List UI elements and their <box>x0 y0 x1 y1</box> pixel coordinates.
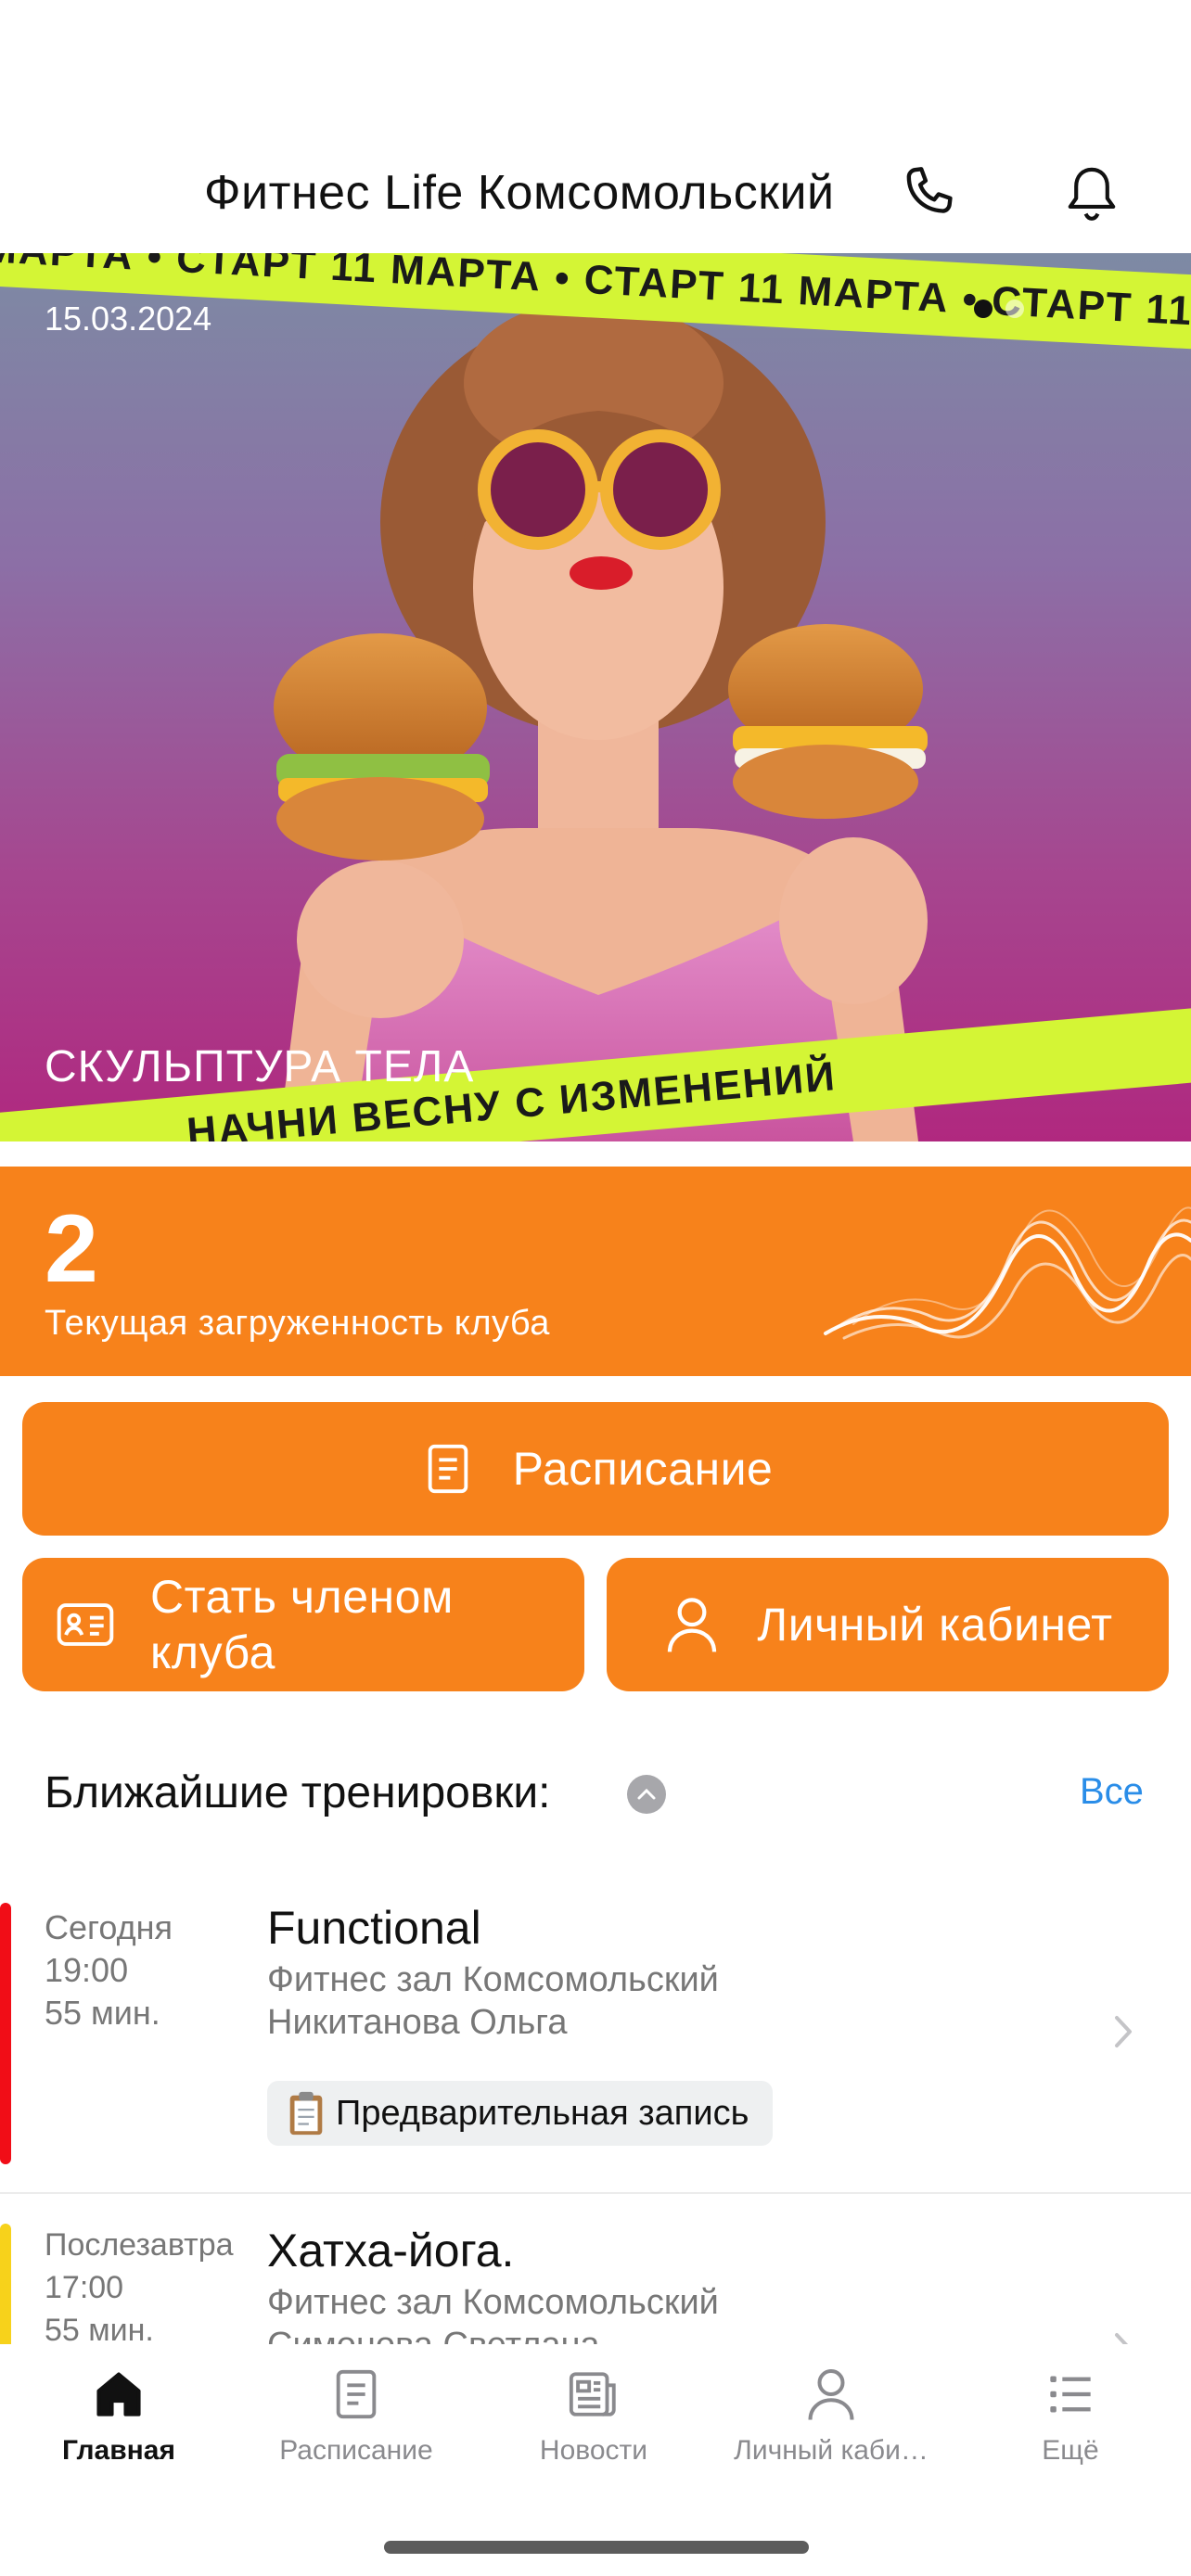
workout-duration: 55 мин. <box>45 2313 154 2344</box>
tab-home-label: Главная <box>61 2435 175 2466</box>
schedule-button-label: Расписание <box>512 1443 774 1495</box>
workout-name: Functional <box>267 1902 481 1954</box>
club-load-label: Текущая загруженность клуба <box>45 1304 550 1343</box>
workout-color-stripe <box>0 2224 11 2344</box>
workout-when: Послезавтра 17:00 55 мин. <box>45 2224 234 2344</box>
workout-trainer: Никитанова Ольга <box>267 2003 568 2042</box>
carousel-dot-1[interactable] <box>974 300 992 318</box>
workout-day: Сегодня <box>45 1908 173 1946</box>
cabinet-button[interactable]: Личный кабинет <box>607 1558 1169 1691</box>
person-icon <box>662 1595 722 1654</box>
club-load-panel: 2 Текущая загруженность клуба <box>0 1167 1191 1376</box>
workout-hall: Фитнес зал Комсомольский <box>267 1960 719 1999</box>
app-header: Фитнес Life Комсомольский <box>0 148 1191 250</box>
home-icon <box>89 2365 148 2424</box>
chevron-right-icon <box>1115 2333 1129 2344</box>
clipboard-icon <box>289 2091 323 2136</box>
news-icon <box>564 2365 623 2424</box>
workout-duration: 55 мин. <box>45 1994 160 2032</box>
club-title: Фитнес Life Комсомольский <box>204 166 835 220</box>
workout-item[interactable]: Сегодня 19:00 55 мин. Functional Фитнес … <box>0 1873 1191 2194</box>
workout-time: 17:00 <box>45 2270 124 2305</box>
bell-icon[interactable] <box>1055 158 1129 232</box>
banner-title: СКУЛЬПТУРА ТЕЛА <box>45 1042 475 1091</box>
workout-item[interactable]: Послезавтра 17:00 55 мин. Хатха-йога. Фи… <box>0 2196 1191 2344</box>
tab-more-label: Ещё <box>1042 2435 1099 2466</box>
carousel-dots[interactable] <box>974 300 1024 318</box>
tab-schedule[interactable]: Расписание <box>237 2365 475 2467</box>
id-card-icon <box>56 1595 115 1654</box>
tab-schedule-label: Расписание <box>279 2435 433 2466</box>
workout-hall: Фитнес зал Комсомольский <box>267 2283 719 2322</box>
workout-color-stripe <box>0 1903 11 2164</box>
workout-details: Фитнес зал Комсомольский Симонова Светла… <box>267 2281 719 2344</box>
upcoming-title: Ближайшие тренировки: <box>45 1768 551 1817</box>
pre-booking-badge-label: Предварительная запись <box>336 2093 749 2133</box>
banner-date: 15.03.2024 <box>45 300 212 338</box>
tab-more[interactable]: Ещё <box>950 2365 1191 2467</box>
phone-icon[interactable] <box>892 158 967 232</box>
workout-name: Хатха-йога. <box>267 2225 515 2276</box>
workout-trainer: Симонова Светлана <box>267 2324 719 2344</box>
workout-when: Сегодня 19:00 55 мин. <box>45 1906 173 2034</box>
cabinet-button-label: Личный кабинет <box>757 1599 1113 1651</box>
tab-news-label: Новости <box>539 2435 648 2466</box>
schedule-button[interactable]: Расписание <box>22 1402 1169 1536</box>
home-indicator <box>384 2541 809 2554</box>
chevron-right-icon <box>1115 2016 1132 2047</box>
all-workouts-link[interactable]: Все <box>1080 1771 1144 1813</box>
pre-booking-badge: Предварительная запись <box>267 2081 774 2146</box>
load-wave-graphic <box>824 1206 1191 1340</box>
workout-details: Фитнес зал Комсомольский Никитанова Ольг… <box>267 1958 719 2044</box>
promo-image <box>274 300 928 1141</box>
carousel-dot-2[interactable] <box>1005 300 1024 318</box>
document-icon <box>418 1439 478 1498</box>
tab-profile-label: Личный каби… <box>734 2435 928 2466</box>
chevron-up-icon[interactable] <box>627 1775 666 1814</box>
membership-button[interactable]: Стать членом клуба <box>22 1558 584 1691</box>
profile-icon <box>801 2365 861 2424</box>
list-divider <box>0 2192 1191 2194</box>
more-icon <box>1041 2365 1100 2424</box>
schedule-icon <box>327 2365 386 2424</box>
tab-profile[interactable]: Личный каби… <box>712 2365 950 2467</box>
membership-button-label: Стать членом клуба <box>150 1571 454 1678</box>
club-load-value: 2 <box>45 1195 98 1303</box>
tab-news[interactable]: Новости <box>475 2365 712 2467</box>
tab-home[interactable]: Главная <box>0 2365 237 2467</box>
workout-day: Послезавтра <box>45 2227 234 2263</box>
promo-banner[interactable]: 1 МАРТА • СТАРТ 11 МАРТА • СТАРТ 11 МАРТ… <box>0 253 1191 1141</box>
workout-time: 19:00 <box>45 1951 129 1989</box>
